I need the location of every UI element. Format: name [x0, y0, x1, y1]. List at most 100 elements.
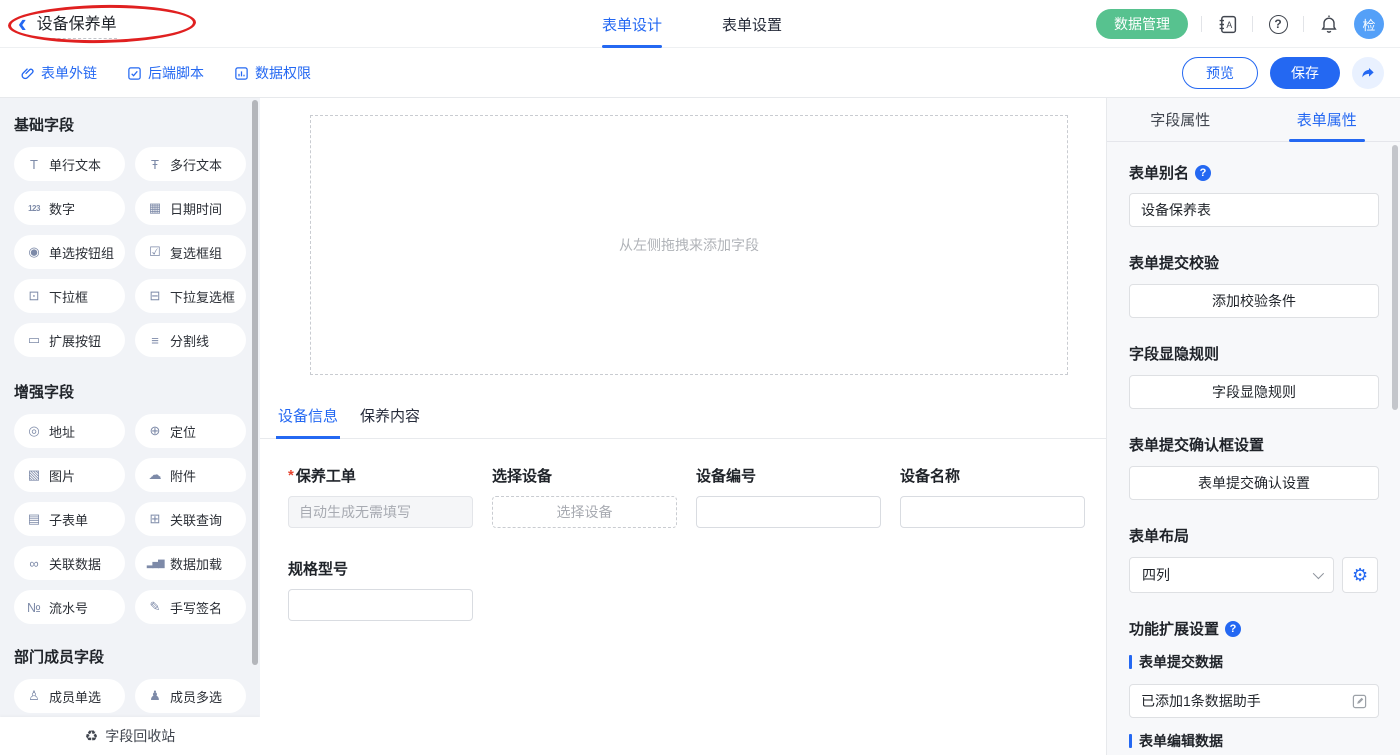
field-device-code[interactable]: 设备编号: [696, 465, 881, 528]
related-query-icon: ⊞: [147, 511, 163, 527]
layout-settings-button[interactable]: ⚙: [1342, 557, 1378, 593]
tab-device-info[interactable]: 设备信息: [276, 405, 340, 438]
tab-form-settings[interactable]: 表单设置: [722, 0, 782, 48]
tab-maintenance-content[interactable]: 保养内容: [358, 405, 422, 438]
divider: [1201, 16, 1202, 32]
sidebar-scrollbar[interactable]: [252, 100, 258, 665]
divider: [1303, 16, 1304, 32]
field-recycle-bin[interactable]: ♻ 字段回收站: [0, 717, 260, 755]
field-item-multi-dropdown[interactable]: ⊟下拉复选框: [135, 279, 246, 313]
back-icon[interactable]: ‹: [18, 10, 27, 36]
backend-script-action[interactable]: 后端脚本: [127, 63, 204, 83]
field-item-extend-button[interactable]: ▭扩展按钮: [14, 323, 125, 357]
form-design-canvas: 从左侧拖拽来添加字段 设备信息 保养内容 *保养工单 选择设备 设备编号 设备名…: [260, 98, 1106, 755]
form-title[interactable]: 设备保养单: [37, 10, 117, 39]
field-item-member-single[interactable]: ♙成员单选: [14, 679, 125, 713]
radio-icon: ◉: [26, 244, 42, 260]
panel-scrollbar[interactable]: [1392, 145, 1398, 410]
field-item-single-line-text[interactable]: T单行文本: [14, 147, 125, 181]
device-code-input[interactable]: [696, 496, 881, 528]
data-permission-action[interactable]: 数据权限: [234, 63, 311, 83]
dropdown-icon: ⊡: [26, 288, 42, 304]
field-item-geolocation[interactable]: ⊕定位: [135, 414, 246, 448]
field-item-related-query[interactable]: ⊞关联查询: [135, 502, 246, 536]
share-button[interactable]: [1352, 57, 1384, 89]
field-dropzone[interactable]: 从左侧拖拽来添加字段: [310, 115, 1068, 375]
field-spec-model[interactable]: 规格型号: [288, 558, 473, 621]
address-book-icon[interactable]: A: [1215, 12, 1239, 36]
recycle-icon: ♻: [85, 727, 98, 745]
field-library-sidebar: 基础字段 T单行文本 Ŧ多行文本 123数字 ▦日期时间 ◉单选按钮组 ☑复选框…: [0, 98, 260, 755]
section-title-member-fields: 部门成员字段: [14, 646, 246, 667]
notification-bell-icon[interactable]: [1317, 12, 1341, 36]
image-icon: ▧: [26, 467, 42, 483]
field-item-related-data[interactable]: ∞关联数据: [14, 546, 125, 580]
pen-icon: ✎: [147, 599, 163, 615]
edit-icon[interactable]: [1352, 694, 1367, 709]
field-device-name[interactable]: 设备名称: [900, 465, 1085, 528]
data-manage-button[interactable]: 数据管理: [1096, 9, 1188, 39]
tab-form-properties[interactable]: 表单属性: [1254, 98, 1400, 141]
external-link-action[interactable]: 表单外链: [20, 63, 97, 83]
link-icon: [20, 66, 35, 81]
save-button[interactable]: 保存: [1270, 57, 1340, 89]
help-icon[interactable]: ?: [1195, 165, 1211, 181]
field-item-checkbox-group[interactable]: ☑复选框组: [135, 235, 246, 269]
select-device-input[interactable]: [492, 496, 677, 528]
section-title-basic-fields: 基础字段: [14, 114, 246, 135]
submit-confirm-button[interactable]: 表单提交确认设置: [1129, 466, 1379, 500]
form-toolbar: 表单外链 后端脚本 数据权限 预览 保存: [0, 48, 1400, 98]
field-item-datetime[interactable]: ▦日期时间: [135, 191, 246, 225]
field-item-dropdown[interactable]: ⊡下拉框: [14, 279, 125, 313]
help-icon[interactable]: ?: [1225, 621, 1241, 637]
tab-field-properties[interactable]: 字段属性: [1107, 98, 1254, 141]
section-title-enhanced-fields: 增强字段: [14, 381, 246, 402]
checkbox-icon: ☑: [147, 244, 163, 260]
visibility-rules-button[interactable]: 字段显隐规则: [1129, 375, 1379, 409]
dropzone-placeholder: 从左侧拖拽来添加字段: [619, 235, 759, 255]
canvas-tabs: 设备信息 保养内容: [260, 405, 1106, 439]
data-permission-icon: [234, 66, 249, 81]
device-name-input[interactable]: [900, 496, 1085, 528]
field-select-device[interactable]: 选择设备: [492, 465, 677, 528]
submit-confirm-heading: 表单提交确认框设置: [1129, 434, 1378, 455]
extend-button-icon: ▭: [26, 332, 42, 348]
panel-tabs: 字段属性 表单属性: [1107, 98, 1400, 142]
field-item-data-loading[interactable]: ▂▅▇数据加载: [135, 546, 246, 580]
preview-button[interactable]: 预览: [1182, 57, 1258, 89]
subform-icon: ▤: [26, 511, 42, 527]
field-maintenance-order[interactable]: *保养工单: [288, 465, 473, 528]
field-item-image[interactable]: ▧图片: [14, 458, 125, 492]
field-item-subform[interactable]: ▤子表单: [14, 502, 125, 536]
help-icon[interactable]: ?: [1266, 12, 1290, 36]
properties-panel: 字段属性 表单属性 表单别名 ? 表单提交校验 添加校验条件 字段显隐规则 字段…: [1106, 98, 1400, 755]
data-assistant-box[interactable]: 已添加1条数据助手: [1129, 684, 1379, 718]
serial-number-icon: №: [26, 600, 42, 615]
field-item-radio-group[interactable]: ◉单选按钮组: [14, 235, 125, 269]
field-item-serial-number[interactable]: №流水号: [14, 590, 125, 624]
maintenance-order-input[interactable]: [288, 496, 473, 528]
multi-line-text-icon: Ŧ: [147, 157, 163, 172]
script-icon: [127, 66, 142, 81]
form-layout-heading: 表单布局: [1129, 525, 1378, 546]
field-item-number[interactable]: 123数字: [14, 191, 125, 225]
edit-data-subheading: 表单编辑数据: [1129, 731, 1378, 751]
user-avatar[interactable]: 检: [1354, 9, 1384, 39]
field-item-attachment[interactable]: ☁附件: [135, 458, 246, 492]
field-item-multi-line-text[interactable]: Ŧ多行文本: [135, 147, 246, 181]
field-item-divider-line[interactable]: ≡分割线: [135, 323, 246, 357]
tab-form-design[interactable]: 表单设计: [602, 0, 662, 48]
layout-select[interactable]: 四列: [1129, 557, 1334, 593]
add-validation-button[interactable]: 添加校验条件: [1129, 284, 1379, 318]
submit-validation-heading: 表单提交校验: [1129, 252, 1378, 273]
field-item-member-multi[interactable]: ♟成员多选: [135, 679, 246, 713]
spec-model-input[interactable]: [288, 589, 473, 621]
field-item-address[interactable]: ◎地址: [14, 414, 125, 448]
app-header: ‹ 设备保养单 表单设计 表单设置 数据管理 A ? 检: [0, 0, 1400, 48]
form-alias-input[interactable]: [1129, 193, 1379, 227]
location-pin-icon: ◎: [26, 423, 42, 439]
field-item-signature[interactable]: ✎手写签名: [135, 590, 246, 624]
people-icon: ♟: [147, 688, 163, 704]
visibility-rules-heading: 字段显隐规则: [1129, 343, 1378, 364]
required-asterisk: *: [288, 467, 294, 484]
